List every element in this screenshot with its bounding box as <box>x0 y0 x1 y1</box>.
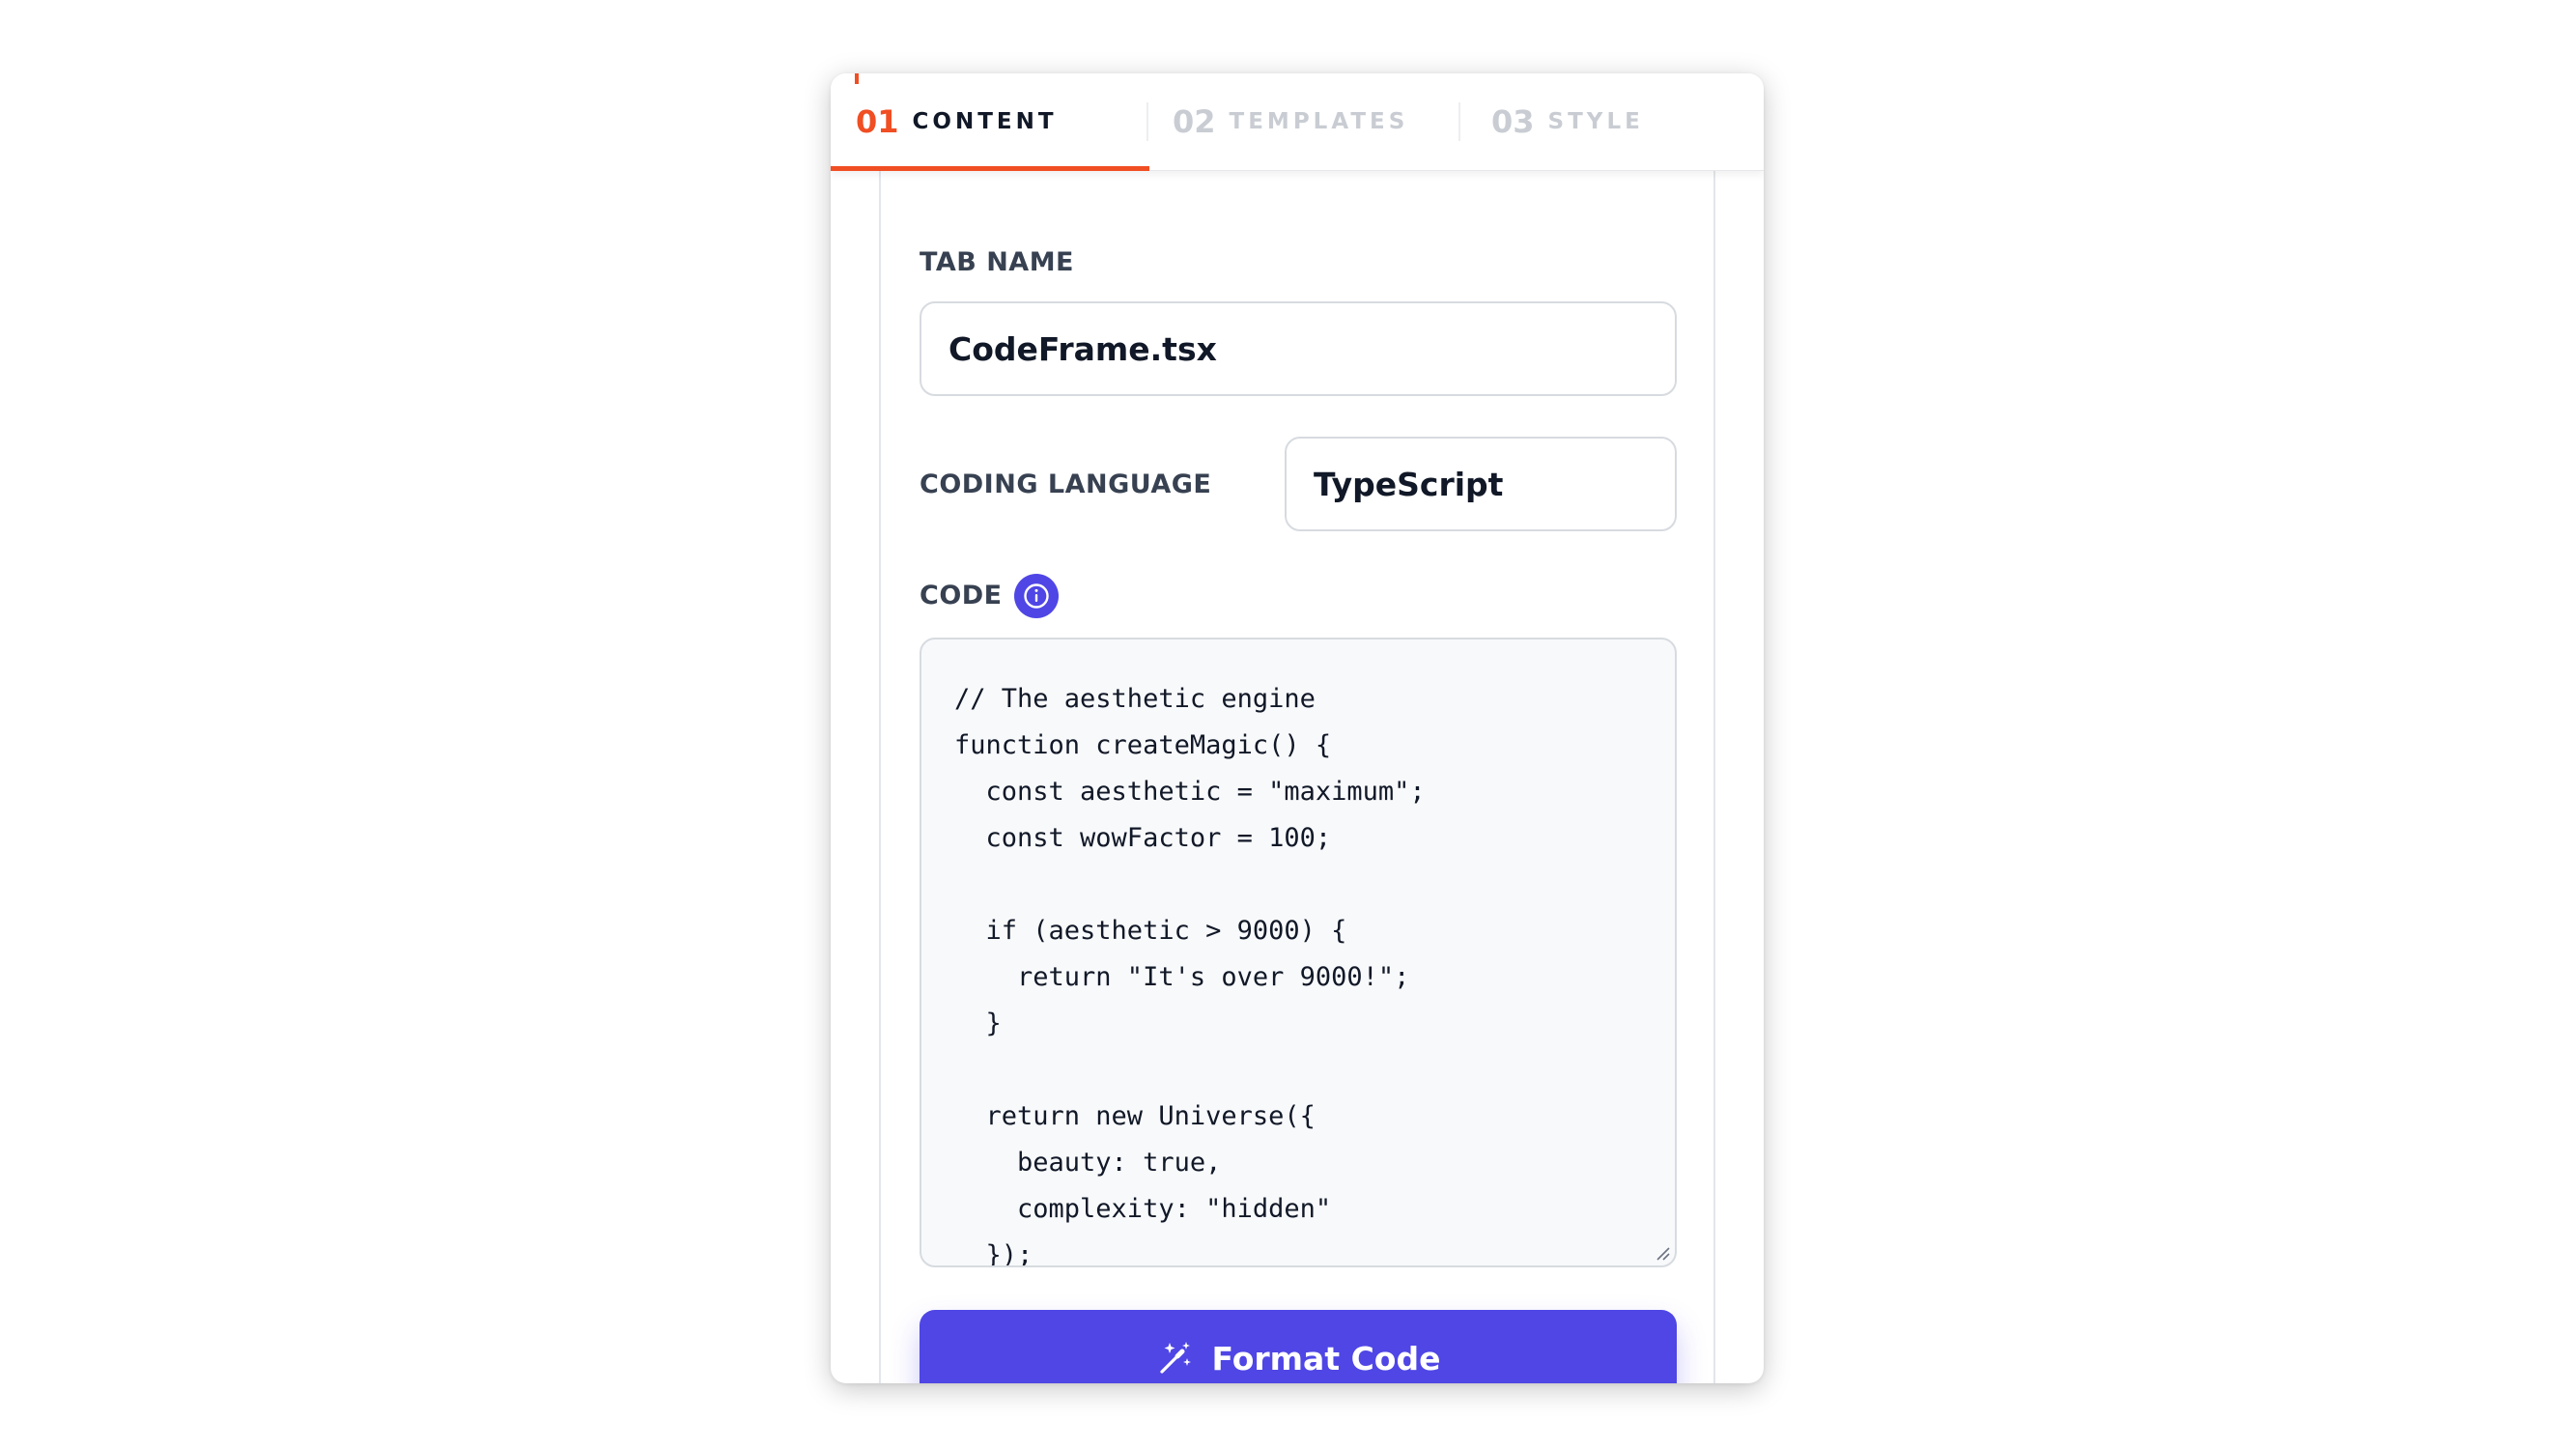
tab-bar: 01 CONTENT 02 TEMPLATES 03 STYLE <box>831 73 1764 171</box>
tab-style[interactable]: 03 STYLE <box>1468 73 1764 170</box>
coding-language-input[interactable]: TypeScript <box>1285 437 1677 531</box>
code-editor[interactable]: // The aesthetic engine function createM… <box>920 638 1677 1267</box>
tab-number: 01 <box>856 103 899 140</box>
tab-number: 02 <box>1173 103 1216 140</box>
tab-divider <box>1146 102 1148 141</box>
tab-divider <box>1458 102 1460 141</box>
tab-label: CONTENT <box>912 109 1058 134</box>
tab-name-input[interactable]: CodeFrame.tsx <box>920 301 1677 396</box>
resize-handle[interactable] <box>1654 1244 1671 1262</box>
code-text: // The aesthetic engine function createM… <box>954 684 1426 1267</box>
magic-wand-icon <box>1159 1342 1191 1374</box>
tab-label: TEMPLATES <box>1229 109 1409 134</box>
editor-panel: 01 CONTENT 02 TEMPLATES 03 STYLE TAB NAM… <box>831 73 1764 1383</box>
tab-content[interactable]: 01 CONTENT <box>831 73 1149 170</box>
info-icon[interactable] <box>1014 574 1059 618</box>
tab-number: 03 <box>1491 103 1535 140</box>
coding-language-label: CODING LANGUAGE <box>920 469 1212 499</box>
tab-name-label: TAB NAME <box>920 247 1075 277</box>
format-code-label: Format Code <box>1211 1339 1441 1378</box>
code-label: CODE <box>920 581 1003 611</box>
tab-templates[interactable]: 02 TEMPLATES <box>1149 73 1468 170</box>
content-form: TAB NAME CodeFrame.tsx CODING LANGUAGE T… <box>879 131 1715 1383</box>
active-tab-underline <box>831 166 1149 171</box>
tab-label: STYLE <box>1547 109 1644 134</box>
format-code-button[interactable]: Format Code <box>920 1310 1677 1383</box>
